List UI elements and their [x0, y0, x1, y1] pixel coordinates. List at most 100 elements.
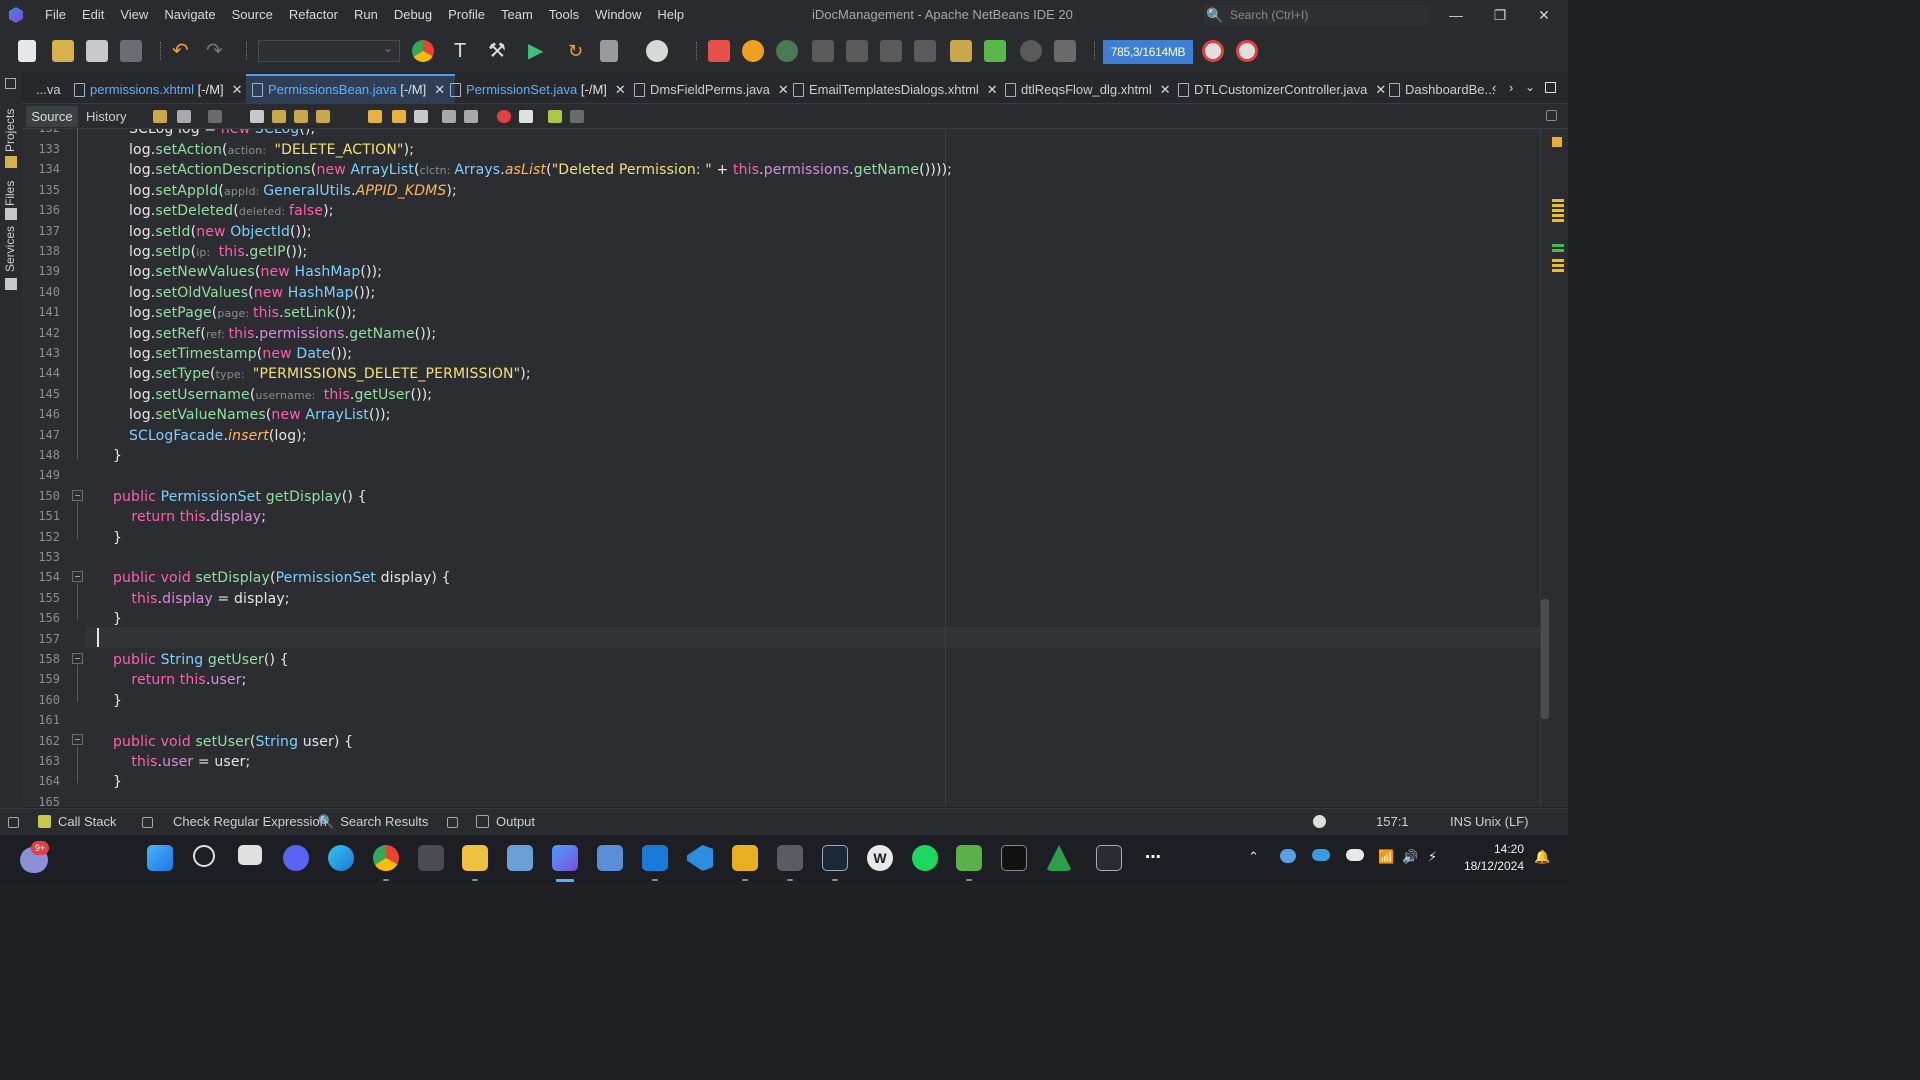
- tab-permissions-xhtml[interactable]: permissions.xhtml [-/M] ✕: [68, 76, 243, 104]
- notifications-icon[interactable]: [1313, 809, 1333, 835]
- editor-scrollbar-thumb[interactable]: [1541, 599, 1549, 719]
- menu-window[interactable]: Window: [587, 0, 649, 30]
- menu-run[interactable]: Run: [346, 0, 386, 30]
- bm-app-icon[interactable]: [777, 845, 803, 871]
- search-icon[interactable]: [193, 845, 215, 867]
- close-tab-icon[interactable]: ✕: [1160, 76, 1171, 104]
- debug-icon[interactable]: ↻: [568, 40, 590, 62]
- mongodb-compass-icon[interactable]: [1046, 845, 1072, 871]
- workspace-icon[interactable]: [597, 845, 623, 871]
- split-editor-icon[interactable]: [1546, 110, 1557, 121]
- file-explorer-icon[interactable]: [462, 845, 488, 871]
- tab-check-regex[interactable]: Check Regular Expression: [173, 809, 327, 835]
- close-tab-icon[interactable]: ✕: [987, 76, 998, 104]
- warning-mark[interactable]: [1552, 264, 1564, 267]
- spotify-icon[interactable]: [912, 845, 938, 871]
- open-project-icon[interactable]: [86, 40, 108, 62]
- menu-tools[interactable]: Tools: [541, 0, 587, 30]
- apply-code-changes-icon[interactable]: [950, 40, 972, 62]
- windows-terminal-icon[interactable]: [1096, 845, 1122, 871]
- last-edit-icon[interactable]: [153, 110, 167, 123]
- tab-permissionset-java[interactable]: PermissionSet.java [-/M] ✕: [444, 76, 626, 104]
- tab-dashboardbean-java[interactable]: DashboardBe...: [1383, 76, 1495, 104]
- find-selection-icon[interactable]: [250, 110, 264, 123]
- tab-dtlcustomizercontroller-java[interactable]: DTLCustomizerController.java ✕: [1172, 76, 1386, 104]
- continue-icon[interactable]: [776, 40, 798, 62]
- close-tab-icon[interactable]: ✕: [615, 76, 626, 104]
- fold-toggle-icon[interactable]: [72, 734, 83, 745]
- minimize-button[interactable]: —: [1434, 0, 1478, 30]
- restore-panel-icon[interactable]: [8, 809, 19, 835]
- scroll-tabs-left-icon[interactable]: ‹: [1492, 80, 1496, 95]
- tab-call-stack[interactable]: Call Stack: [38, 809, 117, 835]
- undo-icon[interactable]: ↶: [172, 40, 194, 62]
- restore-button[interactable]: ❐: [1478, 0, 1522, 30]
- start-macro-icon[interactable]: [497, 110, 511, 123]
- run-to-cursor-icon[interactable]: [914, 40, 936, 62]
- close-tab-icon[interactable]: ✕: [232, 76, 243, 104]
- tab-list-dropdown-icon[interactable]: ⌄: [1525, 80, 1535, 94]
- menu-team[interactable]: Team: [493, 0, 541, 30]
- memory-indicator[interactable]: 785,3/1614MB: [1103, 40, 1193, 64]
- camera-icon[interactable]: [1054, 40, 1076, 62]
- step-over-icon[interactable]: [812, 40, 834, 62]
- toggle-highlight-icon[interactable]: [316, 110, 330, 123]
- tab-output[interactable]: Output: [476, 809, 535, 835]
- discord-icon[interactable]: [283, 845, 309, 871]
- profile-dropdown-icon[interactable]: [646, 40, 668, 62]
- toggle-bookmark-icon[interactable]: [414, 110, 428, 123]
- forward-icon[interactable]: [208, 110, 222, 123]
- new-file-icon[interactable]: [18, 40, 36, 62]
- side-tab-files[interactable]: Files: [3, 181, 17, 206]
- fold-toggle-icon[interactable]: [72, 571, 83, 582]
- error-stripe[interactable]: [1540, 129, 1568, 807]
- stop-macro-icon[interactable]: [519, 110, 533, 123]
- profile-icon[interactable]: [600, 40, 618, 62]
- take-snapshot-icon[interactable]: [984, 40, 1006, 62]
- tab-emailtemplatesdialogs-xhtml[interactable]: EmailTemplatesDialogs.xhtml ✕: [787, 76, 998, 104]
- fold-toggle-icon[interactable]: [72, 490, 83, 501]
- outlook-icon[interactable]: [642, 845, 668, 871]
- history-view-button[interactable]: History: [86, 106, 126, 127]
- vscode-icon[interactable]: [687, 845, 713, 871]
- app-icon[interactable]: [418, 845, 444, 871]
- close-window-button[interactable]: ✕: [1522, 0, 1566, 30]
- scroll-tabs-right-icon[interactable]: ›: [1509, 80, 1513, 95]
- find-previous-icon[interactable]: [272, 110, 286, 123]
- start-menu-icon[interactable]: [147, 845, 173, 871]
- chrome-browser-icon[interactable]: [412, 40, 434, 62]
- next-bookmark-icon[interactable]: [392, 110, 406, 123]
- edge-icon[interactable]: [328, 845, 354, 871]
- menu-help[interactable]: Help: [649, 0, 692, 30]
- minimized-window-icon[interactable]: [5, 78, 16, 89]
- warning-mark[interactable]: [1552, 259, 1564, 262]
- change-mark[interactable]: [1552, 244, 1564, 247]
- tab-hidden-java[interactable]: ...va: [22, 76, 61, 104]
- snipping-tool-icon[interactable]: [507, 845, 533, 871]
- fold-toggle-icon[interactable]: [72, 653, 83, 664]
- find-next-icon[interactable]: [294, 110, 308, 123]
- warning-mark[interactable]: [1552, 214, 1564, 217]
- side-tab-services[interactable]: Services: [3, 226, 17, 272]
- line-ending[interactable]: Unix (LF): [1475, 809, 1528, 835]
- menu-edit[interactable]: Edit: [74, 0, 112, 30]
- save-all-icon[interactable]: [120, 40, 142, 62]
- configuration-select[interactable]: [258, 40, 400, 62]
- step-into-icon[interactable]: [846, 40, 868, 62]
- warning-mark[interactable]: [1552, 204, 1564, 207]
- tray-chevron-icon[interactable]: ⌃: [1248, 849, 1259, 865]
- menu-refactor[interactable]: Refactor: [281, 0, 346, 30]
- profiler-reset-icon[interactable]: [1236, 40, 1258, 62]
- profiler-snapshot-icon[interactable]: [1202, 40, 1224, 62]
- clean-build-icon[interactable]: ⚒: [488, 40, 510, 62]
- warning-status-icon[interactable]: [1552, 137, 1562, 147]
- clock[interactable]: 14:20 18/12/2024: [1460, 841, 1524, 875]
- menu-file[interactable]: File: [37, 0, 74, 30]
- warning-mark[interactable]: [1552, 199, 1564, 202]
- stop-icon[interactable]: [708, 40, 730, 62]
- comment-icon[interactable]: [548, 110, 562, 123]
- steam-tray-icon[interactable]: [1280, 849, 1296, 863]
- chrome-icon[interactable]: [373, 845, 399, 871]
- power-icon[interactable]: ⚡: [1428, 849, 1437, 865]
- pause-disabled-icon[interactable]: [1020, 40, 1042, 62]
